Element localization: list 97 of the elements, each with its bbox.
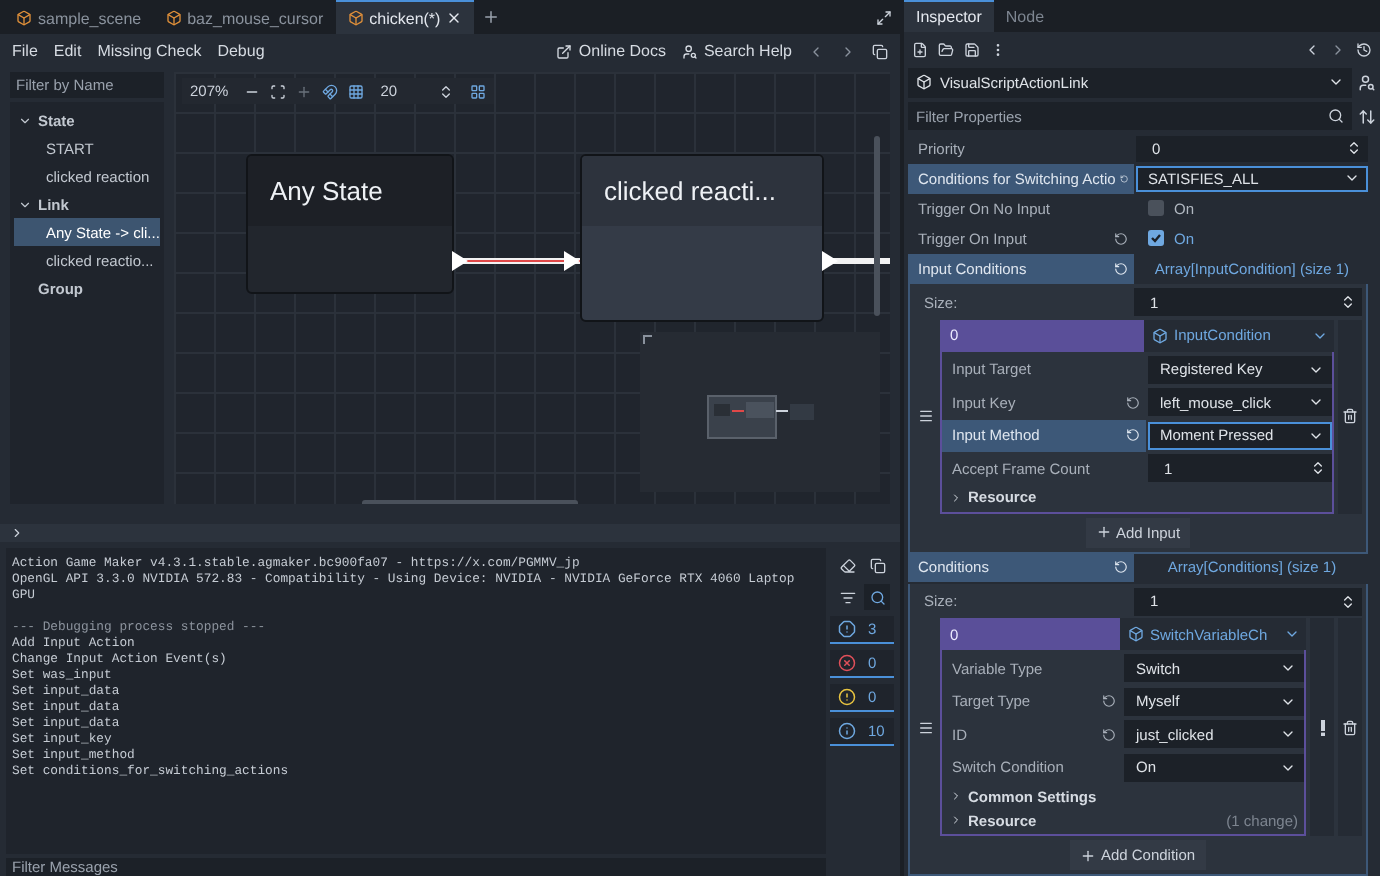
open-button[interactable]	[938, 41, 954, 57]
checkbox[interactable]	[1148, 230, 1164, 247]
forward-button[interactable]	[840, 43, 856, 59]
scene-icon	[347, 10, 364, 26]
chevron-right-icon	[1330, 41, 1346, 57]
chevron-down-icon	[18, 113, 32, 127]
folder-icon	[938, 41, 954, 57]
editor-tab[interactable]: sample_scene	[4, 0, 154, 34]
zoom-reset-button[interactable]	[270, 83, 287, 99]
warning-icon	[838, 688, 856, 706]
revert-icon[interactable]	[1126, 395, 1140, 409]
external-link-icon	[556, 43, 573, 59]
chevron-down-icon	[18, 197, 32, 211]
forward-button[interactable]	[1330, 41, 1346, 57]
grid-button[interactable]	[348, 83, 365, 99]
minimap-button[interactable]	[469, 83, 486, 99]
search-button[interactable]	[864, 584, 890, 610]
chevron-down-icon	[1280, 726, 1296, 742]
back-button[interactable]	[808, 43, 824, 59]
message-icon	[838, 620, 856, 638]
checkbox[interactable]	[1148, 200, 1164, 217]
chevron-left-icon	[1304, 41, 1320, 57]
state-node[interactable]: clicked reacti...	[580, 154, 824, 322]
chevron-down-icon	[1308, 394, 1324, 410]
eraser-icon	[839, 557, 855, 573]
plus-icon	[1095, 524, 1112, 540]
help-link[interactable]: Search Help	[681, 42, 792, 60]
error-icon	[838, 654, 856, 672]
trash-icon	[1342, 408, 1358, 424]
drag-handle-icon[interactable]	[917, 719, 933, 735]
search-help-icon	[681, 43, 698, 59]
menu-item[interactable]: Missing Check	[97, 42, 202, 60]
drag-handle-icon[interactable]	[917, 408, 933, 424]
sort-icon	[1358, 107, 1376, 125]
window-button[interactable]	[872, 43, 888, 59]
help-link[interactable]: Online Docs	[556, 42, 666, 60]
cube-icon	[1152, 327, 1168, 343]
new-file-icon	[912, 41, 928, 57]
save-button[interactable]	[964, 41, 980, 57]
panel-tab[interactable]: Node	[993, 0, 1057, 32]
copy-icon	[869, 557, 885, 573]
state-node[interactable]: Any State	[246, 154, 454, 294]
sort-button[interactable]	[1358, 107, 1376, 125]
cube-icon	[1128, 626, 1144, 642]
back-button[interactable]	[1304, 41, 1320, 57]
node-title: Any State	[248, 156, 452, 226]
history-icon	[1356, 41, 1372, 57]
chevron-down-icon	[1280, 660, 1296, 676]
trash-icon	[1342, 719, 1358, 735]
chevron-right-icon	[840, 43, 856, 59]
search-icon	[869, 589, 885, 605]
plus-icon	[1080, 847, 1097, 863]
plus-icon	[482, 8, 501, 26]
chevron-down-icon	[1328, 74, 1344, 90]
info-icon	[838, 722, 856, 740]
chevron-left-icon	[808, 43, 824, 59]
expand-icon	[876, 9, 892, 25]
link-arrow[interactable]	[452, 251, 580, 271]
stepper-icon	[1346, 140, 1362, 157]
grid-icon	[469, 83, 486, 99]
revert-icon[interactable]	[1102, 694, 1116, 708]
scrollbar[interactable]	[874, 136, 880, 316]
filter-icon	[839, 589, 855, 605]
search-help-icon	[1358, 73, 1376, 91]
exclamation-icon	[1319, 719, 1325, 735]
editor-tab[interactable]: baz_mouse_cursor	[153, 0, 336, 34]
new-resource-button[interactable]	[912, 41, 928, 57]
stepper-icon	[1340, 593, 1356, 609]
search-icon	[1328, 108, 1344, 124]
scene-icon	[165, 10, 182, 26]
magnet-icon	[322, 83, 339, 99]
grid-icon	[348, 83, 365, 99]
stepper-icon	[1310, 460, 1326, 476]
history-button[interactable]	[1356, 41, 1372, 57]
chevron-down-icon	[1284, 626, 1300, 642]
close-icon[interactable]	[446, 10, 463, 26]
cube-icon	[916, 74, 932, 90]
snap-button[interactable]	[322, 83, 339, 99]
menu-item[interactable]: File	[12, 42, 38, 60]
frame-icon	[270, 83, 287, 99]
menu-item[interactable]: Edit	[53, 42, 82, 60]
save-icon	[964, 41, 980, 57]
windows-icon	[872, 43, 888, 59]
revert-icon[interactable]	[1114, 231, 1128, 246]
panel-tab[interactable]: Inspector	[904, 0, 994, 32]
menu-item[interactable]: Debug	[217, 42, 265, 60]
revert-icon[interactable]	[1119, 171, 1128, 186]
node-title: clicked reacti...	[582, 156, 822, 226]
stepper-icon	[1340, 294, 1356, 310]
stepper-icon	[437, 83, 454, 99]
scene-icon	[16, 10, 32, 26]
help-button[interactable]	[1358, 73, 1376, 91]
plus-icon	[296, 83, 313, 99]
editor-tab[interactable]: chicken(*)	[335, 0, 475, 34]
chevron-right-icon[interactable]	[10, 526, 24, 540]
chevron-right-icon	[950, 491, 962, 503]
revert-icon[interactable]	[1102, 727, 1116, 741]
